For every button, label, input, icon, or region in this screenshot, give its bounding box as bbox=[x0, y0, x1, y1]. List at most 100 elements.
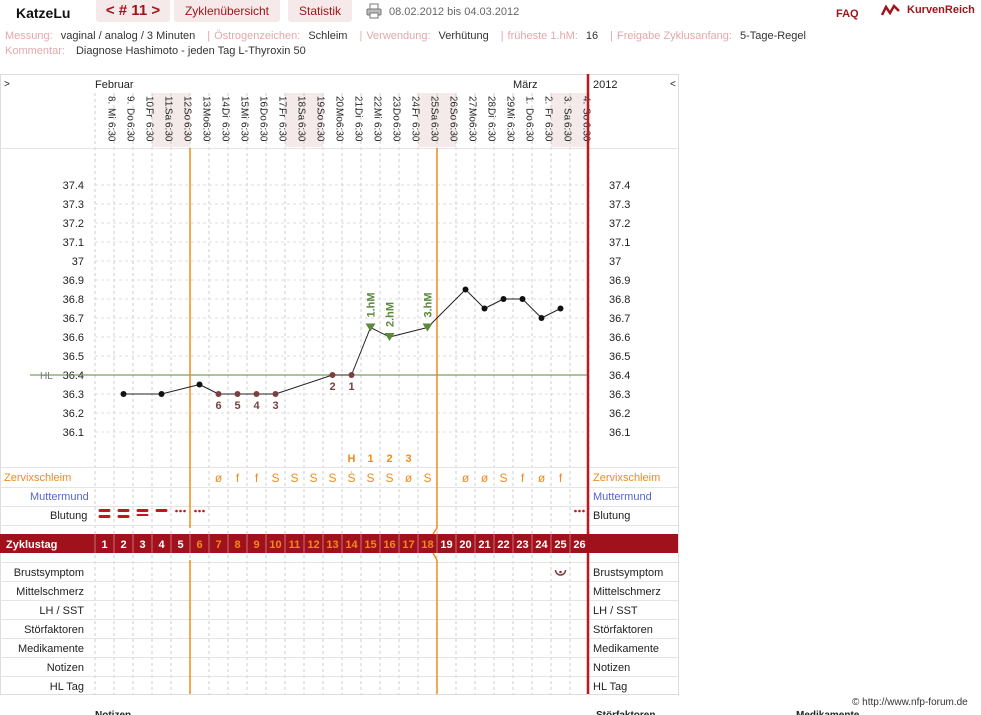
prev-arrow: > bbox=[4, 79, 10, 90]
day-header: 4. So6:30 bbox=[581, 96, 592, 142]
day-header: 26.So6:30 bbox=[448, 96, 459, 142]
y-tick-left: 37 bbox=[72, 256, 84, 268]
day-header: 3. Sa6:30 bbox=[562, 96, 573, 142]
cycle-day-number: 26 bbox=[573, 539, 585, 551]
spotting-dot bbox=[578, 509, 581, 513]
day-weekday: Di bbox=[220, 108, 231, 117]
bleeding-mark bbox=[155, 509, 168, 512]
day-header: 9. Do6:30 bbox=[125, 96, 136, 142]
y-tick-right: 36.1 bbox=[609, 427, 630, 439]
cycle-day-number: 17 bbox=[402, 539, 414, 551]
day-header: 19.So6:30 bbox=[315, 96, 326, 142]
y-tick-right: 36.4 bbox=[609, 370, 630, 382]
day-time: 6:30 bbox=[315, 122, 326, 142]
cycle-chart: > <Februar März 20128.Mi6:309.Do6:3010.Fr6:… bbox=[0, 74, 860, 715]
row-label-extra-right: Notizen bbox=[593, 662, 630, 674]
day-date: 9. bbox=[125, 96, 136, 104]
copyright: © http://www.nfp-forum.de bbox=[852, 697, 968, 708]
day-weekday: Do bbox=[125, 108, 136, 121]
day-weekday: So bbox=[581, 108, 592, 121]
zervix-value: S bbox=[385, 471, 393, 485]
temp-point bbox=[348, 372, 355, 378]
temp-point bbox=[215, 391, 222, 397]
day-time: 6:30 bbox=[106, 122, 117, 142]
day-weekday: Sa bbox=[163, 108, 174, 121]
bleeding-mark bbox=[98, 515, 111, 518]
y-tick-right: 37 bbox=[609, 256, 621, 268]
day-time: 6:30 bbox=[448, 122, 459, 142]
temp-point bbox=[120, 391, 127, 397]
day-weekday: Fr bbox=[277, 108, 288, 118]
day-weekday: Sa bbox=[562, 108, 573, 121]
bleeding-mark bbox=[136, 514, 149, 516]
row-label-blutung: Blutung bbox=[50, 510, 87, 522]
peak-marker: 2 bbox=[386, 453, 392, 465]
temp-point bbox=[272, 391, 279, 397]
zervix-value: f bbox=[255, 471, 259, 485]
temp-point bbox=[519, 296, 526, 302]
row-label-extra-right: Brustsymptom bbox=[593, 567, 663, 579]
day-time: 6:30 bbox=[125, 122, 136, 142]
day-weekday: Di bbox=[353, 108, 364, 117]
row-label-extra: LH / SST bbox=[39, 605, 84, 617]
row-label-extra: HL Tag bbox=[50, 681, 84, 693]
zervix-value: ø bbox=[215, 471, 223, 485]
day-time: 6:30 bbox=[220, 122, 231, 142]
low-count-label: 4 bbox=[253, 400, 260, 412]
day-time: 6:30 bbox=[144, 122, 155, 142]
row-label-extra: Medikamente bbox=[18, 643, 84, 655]
high-marker-label: 2.hM bbox=[385, 302, 397, 327]
low-count-label: 5 bbox=[234, 400, 240, 412]
zervix-value: f bbox=[236, 471, 240, 485]
day-time: 6:30 bbox=[562, 122, 573, 142]
day-header: 16.Do6:30 bbox=[258, 96, 269, 142]
day-weekday: Fr bbox=[410, 108, 421, 118]
temp-segment bbox=[199, 384, 219, 395]
temp-segment bbox=[484, 298, 504, 309]
month-label: März bbox=[513, 79, 537, 91]
day-time: 6:30 bbox=[581, 122, 592, 142]
day-time: 6:30 bbox=[258, 122, 269, 142]
row-label-extra: Notizen bbox=[47, 662, 84, 674]
day-time: 6:30 bbox=[182, 122, 193, 142]
temp-point bbox=[500, 296, 507, 302]
y-tick-right: 36.6 bbox=[609, 332, 630, 344]
spotting-dot bbox=[183, 509, 186, 513]
cycle-day-number: 20 bbox=[459, 539, 471, 551]
spotting-dot bbox=[175, 509, 178, 513]
row-label-zervix: Zervixschleim bbox=[4, 472, 71, 484]
high-marker-label: 1.hM bbox=[366, 292, 378, 317]
temp-point bbox=[253, 391, 260, 397]
zervix-value: ø bbox=[481, 471, 489, 485]
hl-label: HL bbox=[40, 371, 53, 382]
day-time: 6:30 bbox=[239, 122, 250, 142]
day-header: 14.Di6:30 bbox=[220, 96, 231, 142]
cycle-day-number: 2 bbox=[120, 539, 126, 551]
row-label-extra: Mittelschmerz bbox=[16, 586, 84, 598]
y-tick-left: 37.4 bbox=[63, 180, 84, 192]
day-weekday: Mi bbox=[505, 108, 516, 119]
y-tick-left: 36.7 bbox=[63, 313, 84, 325]
cycle-day-number: 10 bbox=[269, 539, 281, 551]
next-arrow: < bbox=[670, 79, 676, 90]
day-weekday: Sa bbox=[296, 108, 307, 121]
y-tick-left: 37.3 bbox=[63, 199, 84, 211]
zervix-value: S bbox=[271, 471, 279, 485]
year-label: 2012 bbox=[593, 79, 617, 91]
day-weekday: Mi bbox=[239, 108, 250, 119]
cycle-day-number: 3 bbox=[139, 539, 145, 551]
cycle-day-number: 25 bbox=[554, 539, 566, 551]
zervix-value: f bbox=[559, 471, 563, 485]
chart-frame bbox=[0, 74, 679, 695]
day-weekday: Do bbox=[391, 108, 402, 121]
spotting-dot bbox=[582, 509, 585, 513]
spotting-dot bbox=[202, 509, 205, 513]
day-time: 6:30 bbox=[334, 122, 345, 142]
day-header: 21.Di6:30 bbox=[353, 96, 364, 142]
row-label-extra-right: Medikamente bbox=[593, 643, 659, 655]
cycle-day-number: 6 bbox=[196, 539, 202, 551]
temp-point bbox=[557, 305, 564, 312]
day-header: 15.Mi6:30 bbox=[239, 96, 250, 142]
zervix-value: S bbox=[309, 471, 317, 485]
temp-point bbox=[329, 372, 336, 378]
